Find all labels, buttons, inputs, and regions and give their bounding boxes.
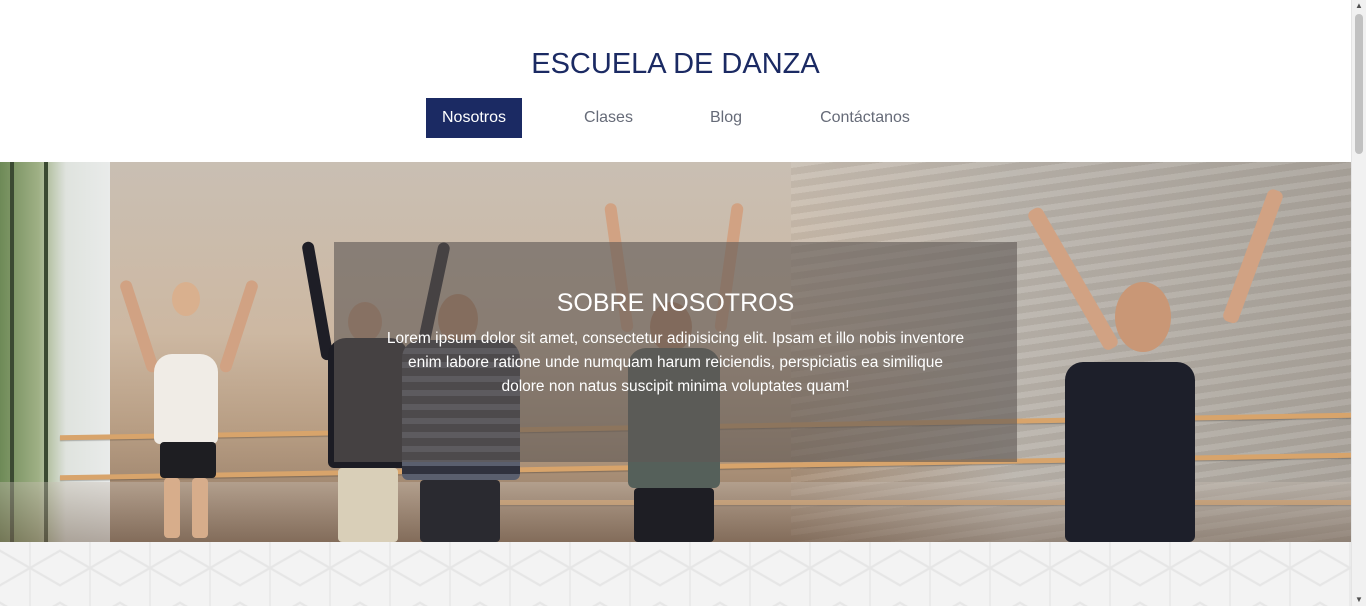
scrollbar-thumb[interactable]	[1355, 14, 1363, 154]
nav-item-blog[interactable]: Blog	[692, 98, 760, 138]
page-content: ESCUELA DE DANZA Nosotros Clases Blog Co…	[0, 0, 1351, 606]
vertical-scrollbar[interactable]: ▲ ▼	[1351, 0, 1366, 606]
arrow-up-icon[interactable]: ▲	[1352, 0, 1366, 12]
about-description: Lorem ipsum dolor sit amet, consectetur …	[386, 330, 965, 395]
dancer	[1026, 182, 1285, 542]
nav-item-contactanos[interactable]: Contáctanos	[806, 98, 924, 138]
pattern-section	[0, 542, 1351, 606]
nav-item-clases[interactable]: Clases	[566, 98, 651, 138]
about-overlay-box: SOBRE NOSOTROS Lorem ipsum dolor sit ame…	[334, 242, 1017, 462]
dancer	[118, 262, 260, 542]
site-title[interactable]: ESCUELA DE DANZA	[0, 44, 1351, 84]
about-title: SOBRE NOSOTROS	[556, 289, 795, 317]
arrow-down-icon[interactable]: ▼	[1352, 594, 1366, 606]
main-nav: Nosotros Clases Blog Contáctanos	[0, 98, 1351, 138]
nav-item-nosotros[interactable]: Nosotros	[426, 98, 522, 138]
page: ESCUELA DE DANZA Nosotros Clases Blog Co…	[0, 0, 1366, 606]
hero-section: SOBRE NOSOTROS Lorem ipsum dolor sit ame…	[0, 162, 1351, 542]
